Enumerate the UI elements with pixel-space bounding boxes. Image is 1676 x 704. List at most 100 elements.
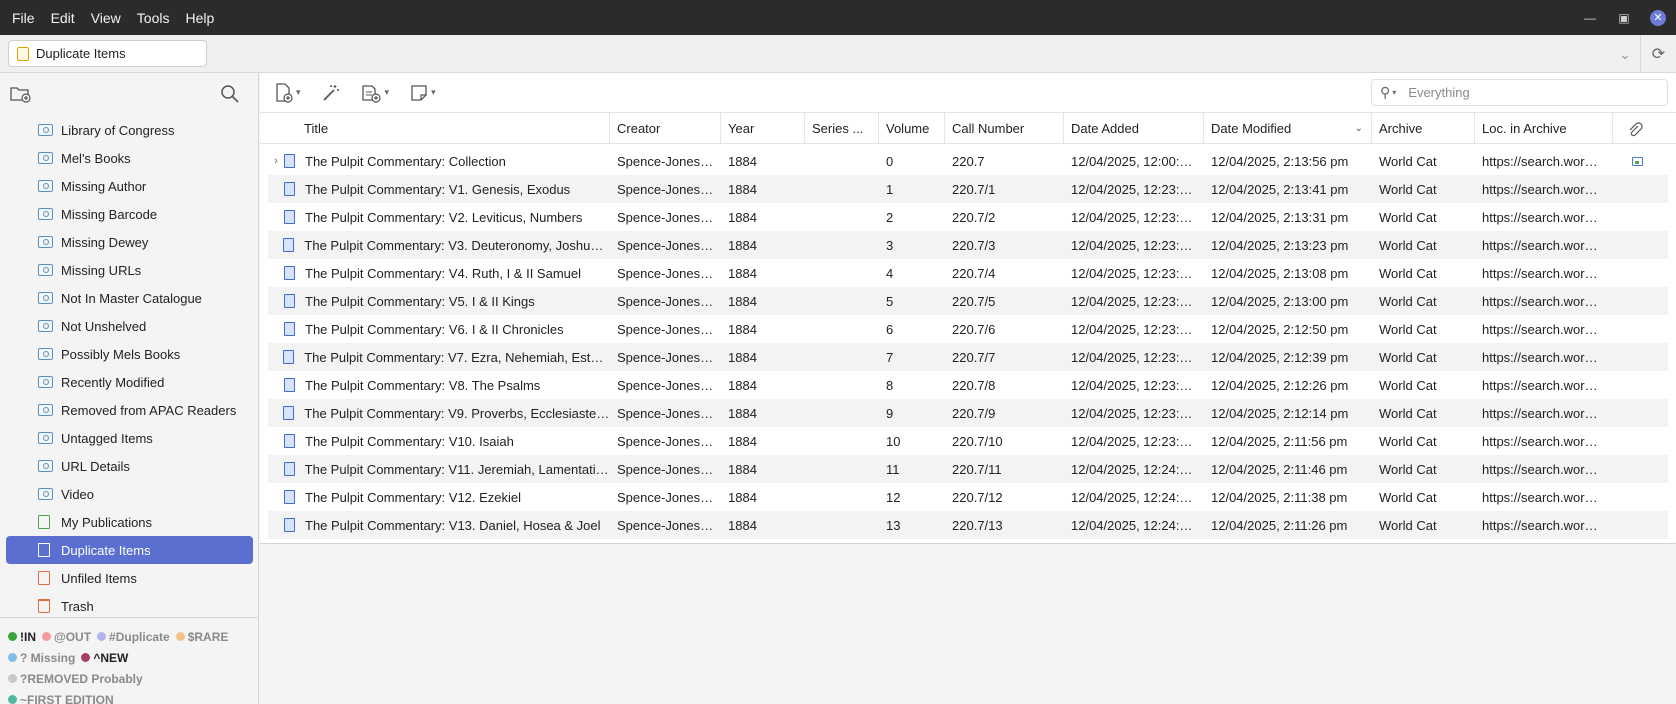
image-attachment-icon[interactable]: [1632, 156, 1643, 166]
cell-call-number: 220.7/12: [952, 489, 1003, 505]
tag-missing[interactable]: ? Missing: [8, 651, 75, 665]
collection-item-unfiled-items[interactable]: Unfiled Items: [0, 564, 259, 592]
new-collection-icon[interactable]: [10, 85, 32, 103]
tag-in[interactable]: !IN: [8, 630, 36, 644]
search-mode-chevron-icon[interactable]: ▾: [1392, 88, 1396, 97]
collection-item-trash[interactable]: Trash: [0, 592, 259, 618]
cell-attachment[interactable]: [1613, 154, 1653, 169]
column-header-call-number[interactable]: Call Number: [945, 113, 1064, 144]
menu-view[interactable]: View: [79, 10, 121, 26]
table-row[interactable]: The Pulpit Commentary: V5. I & II Kings S…: [268, 287, 1668, 315]
table-row[interactable]: The Pulpit Commentary: V13. Daniel, Hose…: [268, 511, 1668, 539]
cell-creator: Spence-Jones…: [617, 461, 714, 477]
collection-item[interactable]: Possibly Mels Books: [0, 340, 259, 368]
cell-year: 1884: [728, 489, 757, 505]
collection-item[interactable]: Missing Dewey: [0, 228, 259, 256]
cell-call-number: 220.7/9: [952, 405, 996, 421]
tag-first-edition[interactable]: ~FIRST EDITION: [8, 693, 114, 704]
tag-color-dot: [175, 632, 185, 641]
collection-item[interactable]: Library of Congress: [0, 116, 259, 144]
add-attachment-button[interactable]: ▾: [361, 83, 389, 103]
close-icon[interactable]: ✕: [1650, 9, 1666, 26]
saved-search-icon: [38, 432, 53, 444]
table-row[interactable]: The Pulpit Commentary: V4. Ruth, I & II …: [268, 259, 1668, 287]
table-row[interactable]: The Pulpit Commentary: V1. Genesis, Exod…: [268, 175, 1668, 203]
column-header-volume[interactable]: Volume: [879, 113, 945, 144]
tag-out[interactable]: @OUT: [42, 630, 91, 644]
table-row[interactable]: The Pulpit Commentary: V3. Deuteronomy, …: [268, 231, 1668, 259]
cell-title: The Pulpit Commentary: V10. Isaiah: [268, 434, 610, 449]
tab-library[interactable]: Duplicate Items: [8, 40, 207, 67]
column-header-year[interactable]: Year: [721, 113, 805, 144]
cell-date-added: 12/04/2025, 12:23:…: [1071, 377, 1193, 393]
restore-icon[interactable]: ▣: [1616, 11, 1632, 25]
table-row[interactable]: The Pulpit Commentary: V10. Isaiah Spence…: [268, 427, 1668, 455]
cell-loc-in-archive: https://search.wor…: [1482, 433, 1598, 449]
column-header-date-modified[interactable]: Date Modified ⌄: [1204, 113, 1372, 144]
tag-duplicate[interactable]: #Duplicate: [97, 630, 170, 644]
tag-new[interactable]: ^NEW: [81, 651, 128, 665]
tag-removed-probably[interactable]: ?REMOVED Probably: [8, 672, 143, 686]
saved-search-icon: [38, 320, 53, 332]
column-header-attachments[interactable]: [1613, 113, 1676, 144]
collection-item[interactable]: Not Unshelved: [0, 312, 259, 340]
cell-date-modified: 12/04/2025, 2:13:23 pm: [1211, 237, 1349, 253]
collection-item[interactable]: Missing Author: [0, 172, 259, 200]
table-row[interactable]: The Pulpit Commentary: V7. Ezra, Nehemia…: [268, 343, 1668, 371]
item-title: The Pulpit Commentary: V9. Proverbs, Ecc…: [304, 405, 610, 421]
column-header-series[interactable]: Series ...: [805, 113, 879, 144]
cell-archive: World Cat: [1379, 433, 1437, 449]
add-by-identifier-button[interactable]: [321, 83, 341, 103]
cell-volume: 0: [886, 153, 894, 169]
chevron-down-icon[interactable]: ⌄: [1610, 46, 1640, 63]
tag-color-dot: [97, 632, 107, 641]
collection-item[interactable]: Not In Master Catalogue: [0, 284, 259, 312]
collection-item[interactable]: URL Details: [0, 452, 259, 480]
column-header-date-added[interactable]: Date Added: [1064, 113, 1204, 144]
collection-item[interactable]: Missing URLs: [0, 256, 259, 284]
column-header-archive[interactable]: Archive: [1372, 113, 1475, 144]
search-input[interactable]: [1408, 85, 1629, 100]
collection-item[interactable]: Mel's Books: [0, 144, 259, 172]
new-item-icon: [276, 82, 293, 103]
cell-title: The Pulpit Commentary: V12. Ezekiel: [268, 490, 610, 505]
collection-item[interactable]: Recently Modified: [0, 368, 259, 396]
column-header-label: Date Modified: [1211, 121, 1292, 136]
menu-tools[interactable]: Tools: [125, 10, 170, 26]
saved-search-icon: [38, 180, 53, 192]
book-icon: [283, 406, 295, 420]
search-icon[interactable]: ⚲: [1380, 84, 1390, 101]
cell-archive: World Cat: [1379, 265, 1437, 281]
menu-file[interactable]: File: [0, 10, 35, 26]
menu-edit[interactable]: Edit: [39, 10, 75, 26]
table-row[interactable]: The Pulpit Commentary: V12. Ezekiel Spenc…: [268, 483, 1668, 511]
library-tab-icon: [17, 46, 29, 61]
collection-item-duplicate-items[interactable]: Duplicate Items: [6, 536, 253, 564]
collection-item[interactable]: Removed from APAC Readers: [0, 396, 259, 424]
column-header-loc-in-archive[interactable]: Loc. in Archive: [1475, 113, 1613, 144]
sync-icon[interactable]: ⟳: [1640, 35, 1676, 73]
column-header-title[interactable]: Title: [260, 113, 610, 144]
table-row[interactable]: The Pulpit Commentary: V11. Jeremiah, La…: [268, 455, 1668, 483]
collection-item[interactable]: Missing Barcode: [0, 200, 259, 228]
new-note-button[interactable]: ▾: [409, 83, 436, 103]
table-row[interactable]: The Pulpit Commentary: V9. Proverbs, Ecc…: [268, 399, 1668, 427]
item-title: The Pulpit Commentary: V1. Genesis, Exod…: [305, 181, 571, 197]
table-row[interactable]: › The Pulpit Commentary: Collection Spence…: [268, 147, 1668, 175]
collection-item[interactable]: Untagged Items: [0, 424, 259, 452]
saved-search-icon: [38, 124, 53, 136]
menu-help[interactable]: Help: [173, 10, 214, 26]
minimize-icon[interactable]: —: [1582, 11, 1598, 25]
table-row[interactable]: The Pulpit Commentary: V2. Leviticus, Nu…: [268, 203, 1668, 231]
table-row[interactable]: The Pulpit Commentary: V8. The Psalms Spe…: [268, 371, 1668, 399]
tag-row: !IN @OUT #Duplicate $RARE: [8, 626, 259, 647]
collection-item[interactable]: Video: [0, 480, 259, 508]
cell-call-number: 220.7/4: [952, 265, 996, 281]
table-row[interactable]: The Pulpit Commentary: V6. I & II Chroni…: [268, 315, 1668, 343]
collection-item-my-publications[interactable]: My Publications: [0, 508, 259, 536]
chevron-right-icon[interactable]: ›: [268, 155, 284, 167]
tag-rare[interactable]: $RARE: [175, 630, 228, 644]
search-icon[interactable]: [220, 84, 240, 104]
column-header-creator[interactable]: Creator: [610, 113, 721, 144]
new-item-button[interactable]: ▾: [274, 82, 301, 103]
